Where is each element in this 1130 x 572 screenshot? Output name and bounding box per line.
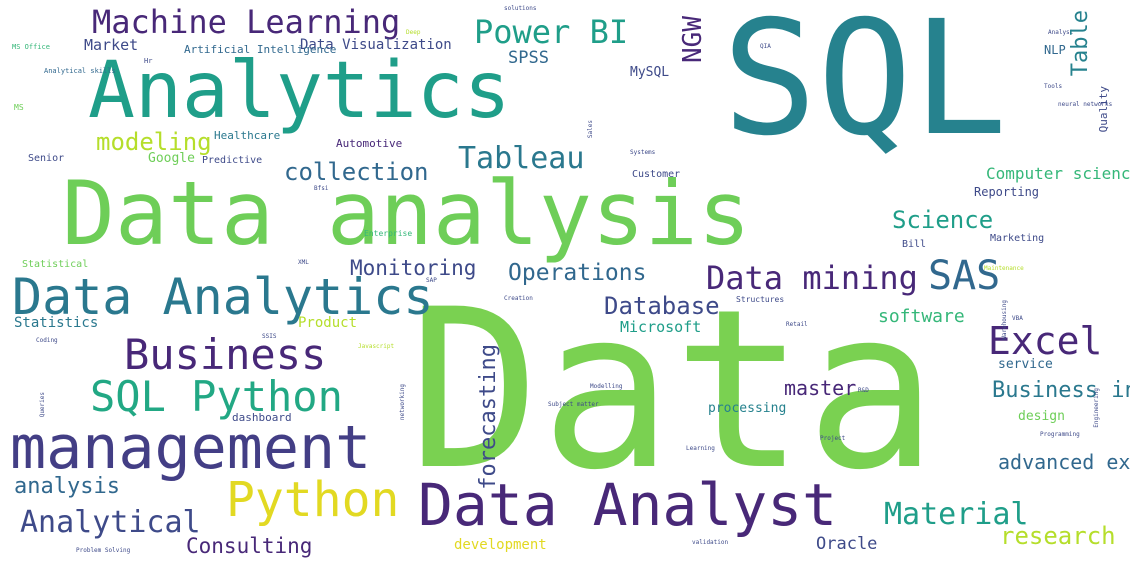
word-business-intelligence: development [454, 537, 547, 553]
word-tableau: Tableau [458, 141, 585, 176]
word-warehousing: Queries [39, 392, 46, 418]
word-sales: Project [820, 435, 846, 442]
word-validation: Modelling [590, 383, 623, 390]
word-sql: SQL [722, 0, 1008, 171]
word-coding: Maintenance [984, 265, 1024, 272]
word-master: Business intelligence [992, 378, 1130, 403]
word-quality: Programming [1040, 431, 1080, 438]
word-maintenance: Bfsi [314, 185, 329, 192]
word-processing: Healthcare [214, 129, 281, 142]
word-operations: Monitoring [350, 256, 477, 280]
word-queries: validation [692, 539, 729, 546]
word-reporting: Microsoft [620, 318, 702, 336]
word-hr: MySQL [630, 65, 670, 80]
word-bill: Google [148, 151, 195, 166]
word-nlp: processing [708, 401, 787, 416]
word-dashboard: Customer [632, 169, 681, 180]
word-consulting: analysis [14, 474, 120, 499]
word-statistics: SPSS [508, 48, 549, 68]
word-table: Subject matter [548, 401, 599, 408]
word-spss: master [784, 376, 857, 400]
word-marketing: Product [298, 315, 358, 331]
word-enterprise: Tools [1044, 83, 1063, 90]
word-predictive: service [998, 357, 1053, 372]
word-qia: Hr [144, 57, 153, 65]
word-design: Computer science [986, 164, 1130, 183]
word-market: forecasting [476, 344, 501, 490]
word-service: software [878, 306, 965, 327]
word-ssis: SAP [426, 277, 437, 284]
word-programming: SSIS [262, 333, 277, 340]
word-networking: Problem Solving [76, 547, 131, 554]
word-sap: Sales [587, 120, 594, 139]
word-cloud: SQL Data Data analysis Analytics managem… [0, 0, 1130, 572]
word-healthcare: Statistical [22, 259, 89, 270]
word-oracle: research [1000, 522, 1116, 550]
word-ms: NLP [1044, 43, 1066, 57]
word-vba: Enterprise [364, 229, 413, 238]
word-analytical-skills: dashboard [232, 411, 292, 424]
word-retail: XML [298, 259, 309, 266]
word-management: management [10, 413, 372, 483]
word-computer-science: Statistics [14, 315, 99, 331]
word-senior: Marketing [990, 233, 1045, 244]
word-neural-networks: solutions [504, 5, 537, 12]
word-javascript: Creation [504, 295, 533, 302]
word-forecasting: Learning [686, 445, 715, 452]
word-creation: Systems [630, 149, 656, 156]
word-microsoft: Market [84, 36, 139, 54]
word-learning: Javascript [358, 343, 395, 350]
word-customer: Predictive [202, 155, 263, 166]
word-analyst: MS [14, 103, 24, 112]
word-data-mining: Data mining [706, 259, 918, 297]
word-development: Oracle [816, 534, 878, 554]
word-project: Coding [36, 337, 58, 344]
word-google: design [1018, 409, 1065, 424]
word-python: Python [226, 472, 400, 528]
word-engineering: networking [399, 384, 406, 421]
word-mysql: Bill [902, 239, 927, 250]
word-power-bi: Power BI [474, 13, 629, 51]
word-subject-matter: Retail [786, 321, 808, 328]
word-automotive: Senior [28, 153, 65, 164]
word-business: Business [124, 330, 327, 379]
word-sas: SAS [928, 253, 1001, 299]
word-machine-learning: Machine Learning [92, 3, 401, 41]
word-solutions: Analytical skills [44, 67, 116, 75]
word-data-visualization: Table [1068, 10, 1093, 77]
word-artificial-intelligence: Quality [1097, 86, 1110, 133]
word-statistical: Reporting [974, 185, 1040, 199]
word-ms-office: Structures [736, 295, 785, 304]
word-tools: Deep [406, 29, 421, 36]
word-modeling: NGW [678, 16, 708, 63]
word-analytical: Analytical [20, 505, 201, 540]
word-database: Operations [508, 260, 647, 286]
word-research: advanced excel [998, 450, 1130, 474]
word-r-d: Warehousing [1001, 300, 1008, 340]
word-problem-solving: R&D [858, 387, 869, 394]
word-ngw: Engineering [1093, 388, 1100, 428]
word-deep: MS Office [12, 43, 50, 51]
word-monitoring: Science [892, 206, 994, 234]
word-sql-python: SQL Python [90, 372, 343, 421]
word-material: Database [604, 292, 720, 320]
word-collection: collection [284, 158, 429, 186]
word-software: Artificial Intelligence [184, 43, 337, 56]
word-systems: QIA [760, 43, 771, 50]
word-structures: Automotive [336, 137, 403, 150]
word-advanced-excel: Consulting [186, 534, 313, 558]
word-modelling: VBA [1012, 315, 1023, 322]
